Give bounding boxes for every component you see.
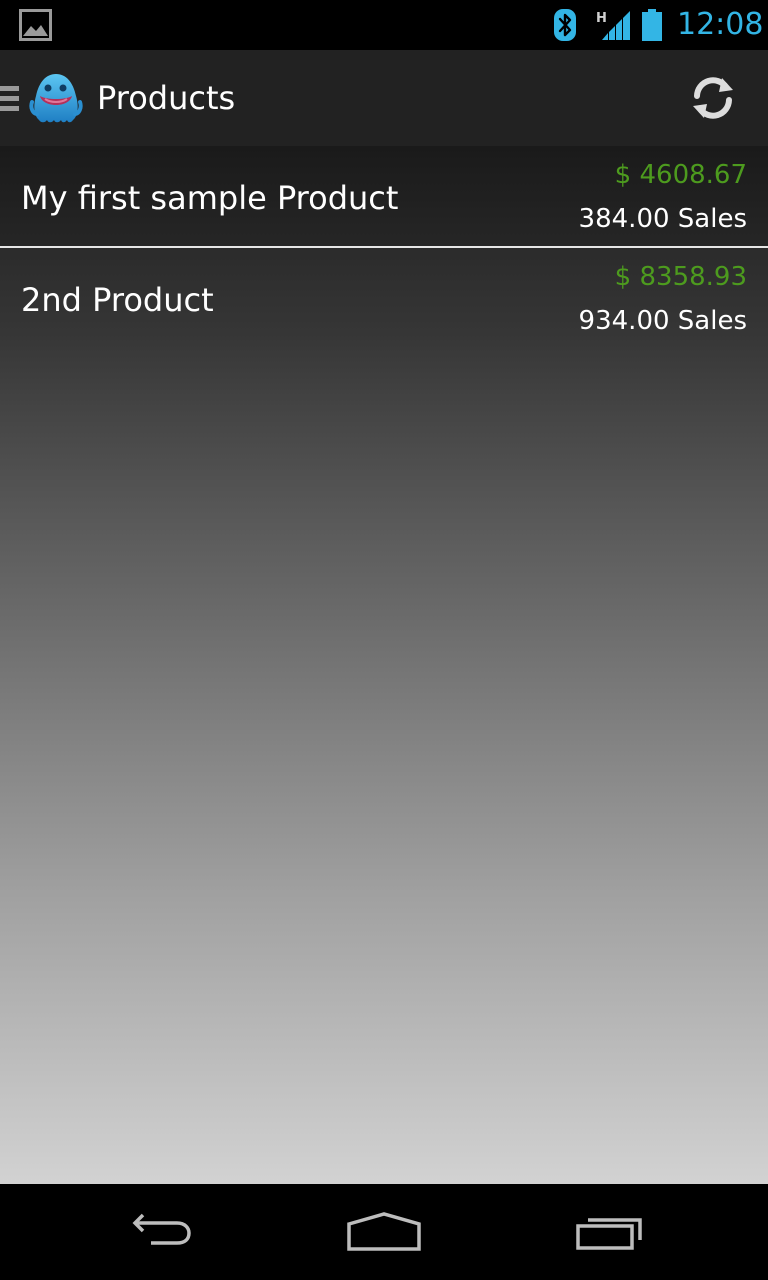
product-price: $ 4608.67	[614, 160, 747, 190]
drawer-indicator-icon[interactable]	[0, 85, 20, 111]
product-sales: 934.00 Sales	[578, 306, 747, 336]
recent-apps-icon	[576, 1218, 642, 1250]
back-button[interactable]	[90, 1184, 230, 1280]
status-bar: H 12:08	[0, 0, 768, 50]
bluetooth-icon	[554, 9, 576, 41]
page-title: Products	[97, 79, 236, 117]
recent-apps-button[interactable]	[540, 1184, 680, 1280]
network-type-label: H	[596, 11, 607, 26]
navigation-bar	[0, 1184, 768, 1280]
product-list: My first sample Product $ 4608.67 384.00…	[0, 146, 768, 1184]
product-row[interactable]: My first sample Product $ 4608.67 384.00…	[0, 146, 768, 248]
screen: H 12:08 Products My first sample Product…	[0, 0, 768, 1280]
product-name: My first sample Product	[21, 179, 399, 217]
product-price: $ 8358.93	[614, 262, 747, 292]
back-icon	[132, 1213, 191, 1245]
product-name: 2nd Product	[21, 281, 214, 319]
gallery-notification-icon	[19, 9, 52, 41]
status-clock: 12:08	[677, 7, 764, 42]
battery-icon	[642, 9, 662, 41]
signal-icon: H	[596, 11, 630, 40]
refresh-icon	[693, 77, 733, 119]
product-sales: 384.00 Sales	[578, 204, 747, 234]
home-icon	[347, 1212, 421, 1251]
home-button[interactable]	[314, 1184, 454, 1280]
action-bar: Products	[0, 50, 768, 147]
product-row[interactable]: 2nd Product $ 8358.93 934.00 Sales	[0, 248, 768, 348]
refresh-button[interactable]	[668, 50, 758, 146]
app-monster-icon[interactable]	[29, 70, 83, 126]
